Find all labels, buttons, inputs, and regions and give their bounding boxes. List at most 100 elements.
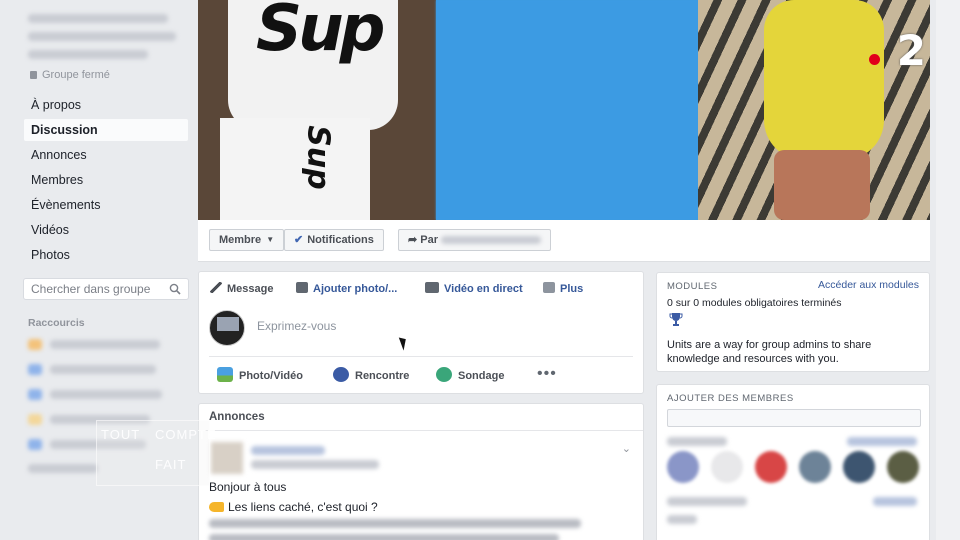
post-date-blurred <box>251 460 379 469</box>
pencil-icon <box>210 282 222 293</box>
nav-about[interactable]: À propos <box>24 94 188 116</box>
shorts-print: Sup <box>301 125 336 189</box>
tv-watermark: TOUT COMPTE FAIT <box>96 420 216 486</box>
tab-add-photo[interactable]: Ajouter photo/... <box>296 280 397 298</box>
post-author-avatar[interactable] <box>211 442 243 474</box>
meetup-button[interactable]: Rencontre <box>333 367 409 385</box>
shortcut-blurred[interactable] <box>50 340 160 349</box>
shortcut-icon[interactable] <box>28 439 42 450</box>
modules-link[interactable]: Accéder aux modules <box>818 279 919 291</box>
cover-center-blurred <box>436 0 698 220</box>
shortcut-icon[interactable] <box>28 389 42 400</box>
nav-photos[interactable]: Photos <box>24 244 188 266</box>
member-suggestion-avatar[interactable] <box>667 451 699 483</box>
photo-video-label: Photo/Vidéo <box>239 370 303 382</box>
modules-title: MODULES <box>667 281 718 292</box>
post-composer: Message Ajouter photo/... Vidéo en direc… <box>198 271 644 394</box>
cover-photo: Sup Sup 2 <box>198 0 930 220</box>
meetup-label: Rencontre <box>355 370 410 382</box>
group-privacy-label: Groupe fermé <box>42 69 110 81</box>
yellow-dress <box>764 0 884 160</box>
member-suggestion-avatar[interactable] <box>711 451 743 483</box>
post-line-1: Bonjour à tous <box>209 480 287 494</box>
post-line-2: Les liens caché, c'est quoi ? <box>209 500 378 514</box>
channel-logo: 2 <box>896 26 926 75</box>
group-privacy: Groupe fermé <box>30 69 110 81</box>
announcements-panel: Annonces ⌄ Bonjour à tous Les liens cach… <box>198 403 644 540</box>
notifications-label: Notifications <box>307 234 374 246</box>
legs <box>774 150 870 220</box>
post-body-blurred <box>209 519 581 528</box>
post-line-2-text: Les liens caché, c'est quoi ? <box>228 500 378 514</box>
cover-person-right: 2 <box>698 0 930 220</box>
nav-members[interactable]: Membres <box>24 169 188 191</box>
suggestions-blurred <box>667 515 697 524</box>
photo-video-button[interactable]: Photo/Vidéo <box>217 367 303 385</box>
tab-live-video[interactable]: Vidéo en direct <box>425 280 523 298</box>
group-name-blurred <box>28 32 176 41</box>
search-placeholder: Chercher dans groupe <box>31 282 151 296</box>
avatar[interactable] <box>209 310 245 346</box>
suggestions-blurred <box>667 497 747 506</box>
member-button[interactable]: Membre ▼ <box>209 229 285 251</box>
shortcut-blurred[interactable] <box>50 390 162 399</box>
poll-icon <box>436 367 452 382</box>
tab-live-label: Vidéo en direct <box>444 283 523 295</box>
search-icon[interactable] <box>169 283 181 295</box>
add-member-input[interactable] <box>667 409 921 427</box>
share-blurred <box>441 236 542 245</box>
shortcuts-title: Raccourcis <box>28 317 85 329</box>
notifications-button[interactable]: ✔ Notifications <box>284 229 384 251</box>
modules-panel: MODULES Accéder aux modules 0 sur 0 modu… <box>656 272 930 372</box>
add-members-panel: AJOUTER DES MEMBRES <box>656 384 930 540</box>
nav-discussion[interactable]: Discussion <box>24 119 188 141</box>
divider <box>199 430 643 431</box>
watermark-line-3: FAIT <box>155 457 187 472</box>
modules-description: Units are a way for group admins to shar… <box>667 339 872 365</box>
announcements-title: Annonces <box>209 411 265 423</box>
tab-add-photo-label: Ajouter photo/... <box>313 283 398 295</box>
more-options-icon[interactable]: ••• <box>537 366 557 382</box>
nav-announcements[interactable]: Annonces <box>24 144 188 166</box>
member-suggestion-avatar[interactable] <box>843 451 875 483</box>
member-suggestion-avatar[interactable] <box>887 451 919 483</box>
tab-message[interactable]: Message <box>210 280 273 298</box>
trophy-icon <box>669 313 683 326</box>
share-button[interactable]: ➦ Par <box>398 229 552 251</box>
lock-icon <box>30 71 37 79</box>
avatar-image <box>217 317 239 331</box>
modules-status: 0 sur 0 modules obligatoires terminés <box>667 297 842 309</box>
photo-icon <box>217 367 233 382</box>
shortcut-icon[interactable] <box>28 414 42 425</box>
suggestions-link-blurred[interactable] <box>847 437 917 446</box>
meetup-icon <box>333 367 349 382</box>
suggestions-link-blurred[interactable] <box>873 497 917 506</box>
shorts <box>220 118 370 220</box>
shortcut-blurred[interactable] <box>50 365 156 374</box>
member-suggestion-avatar[interactable] <box>799 451 831 483</box>
member-suggestion-avatar[interactable] <box>755 451 787 483</box>
shortcut-icon[interactable] <box>28 339 42 350</box>
divider <box>209 356 633 357</box>
group-action-bar: Membre ▼ ✔ Notifications ➦ Par <box>198 220 930 262</box>
poll-button[interactable]: Sondage <box>436 367 504 385</box>
shortcut-icon[interactable] <box>28 364 42 375</box>
checkmark-icon: ✔ <box>294 234 304 246</box>
nav-events[interactable]: Évènements <box>24 194 188 216</box>
composer-input[interactable]: Exprimez-vous <box>257 319 336 333</box>
caret-down-icon: ▼ <box>266 235 275 244</box>
group-name-blurred <box>28 14 168 23</box>
post-author-blurred[interactable] <box>251 446 325 455</box>
group-search-input[interactable]: Chercher dans groupe <box>23 278 189 300</box>
share-arrow-icon: ➦ <box>408 234 421 246</box>
chevron-down-icon[interactable]: ⌄ <box>622 442 631 455</box>
nav-videos[interactable]: Vidéos <box>24 219 188 241</box>
suggestions-blurred <box>667 437 727 446</box>
shorts-print-text: Sup <box>300 125 336 190</box>
shortcut-blurred[interactable] <box>28 464 98 473</box>
channel-logo-dot <box>869 54 880 65</box>
poll-label: Sondage <box>458 370 505 382</box>
more-grid-icon <box>543 282 555 293</box>
share-label: Par <box>420 234 439 246</box>
tab-more[interactable]: Plus <box>543 280 583 298</box>
